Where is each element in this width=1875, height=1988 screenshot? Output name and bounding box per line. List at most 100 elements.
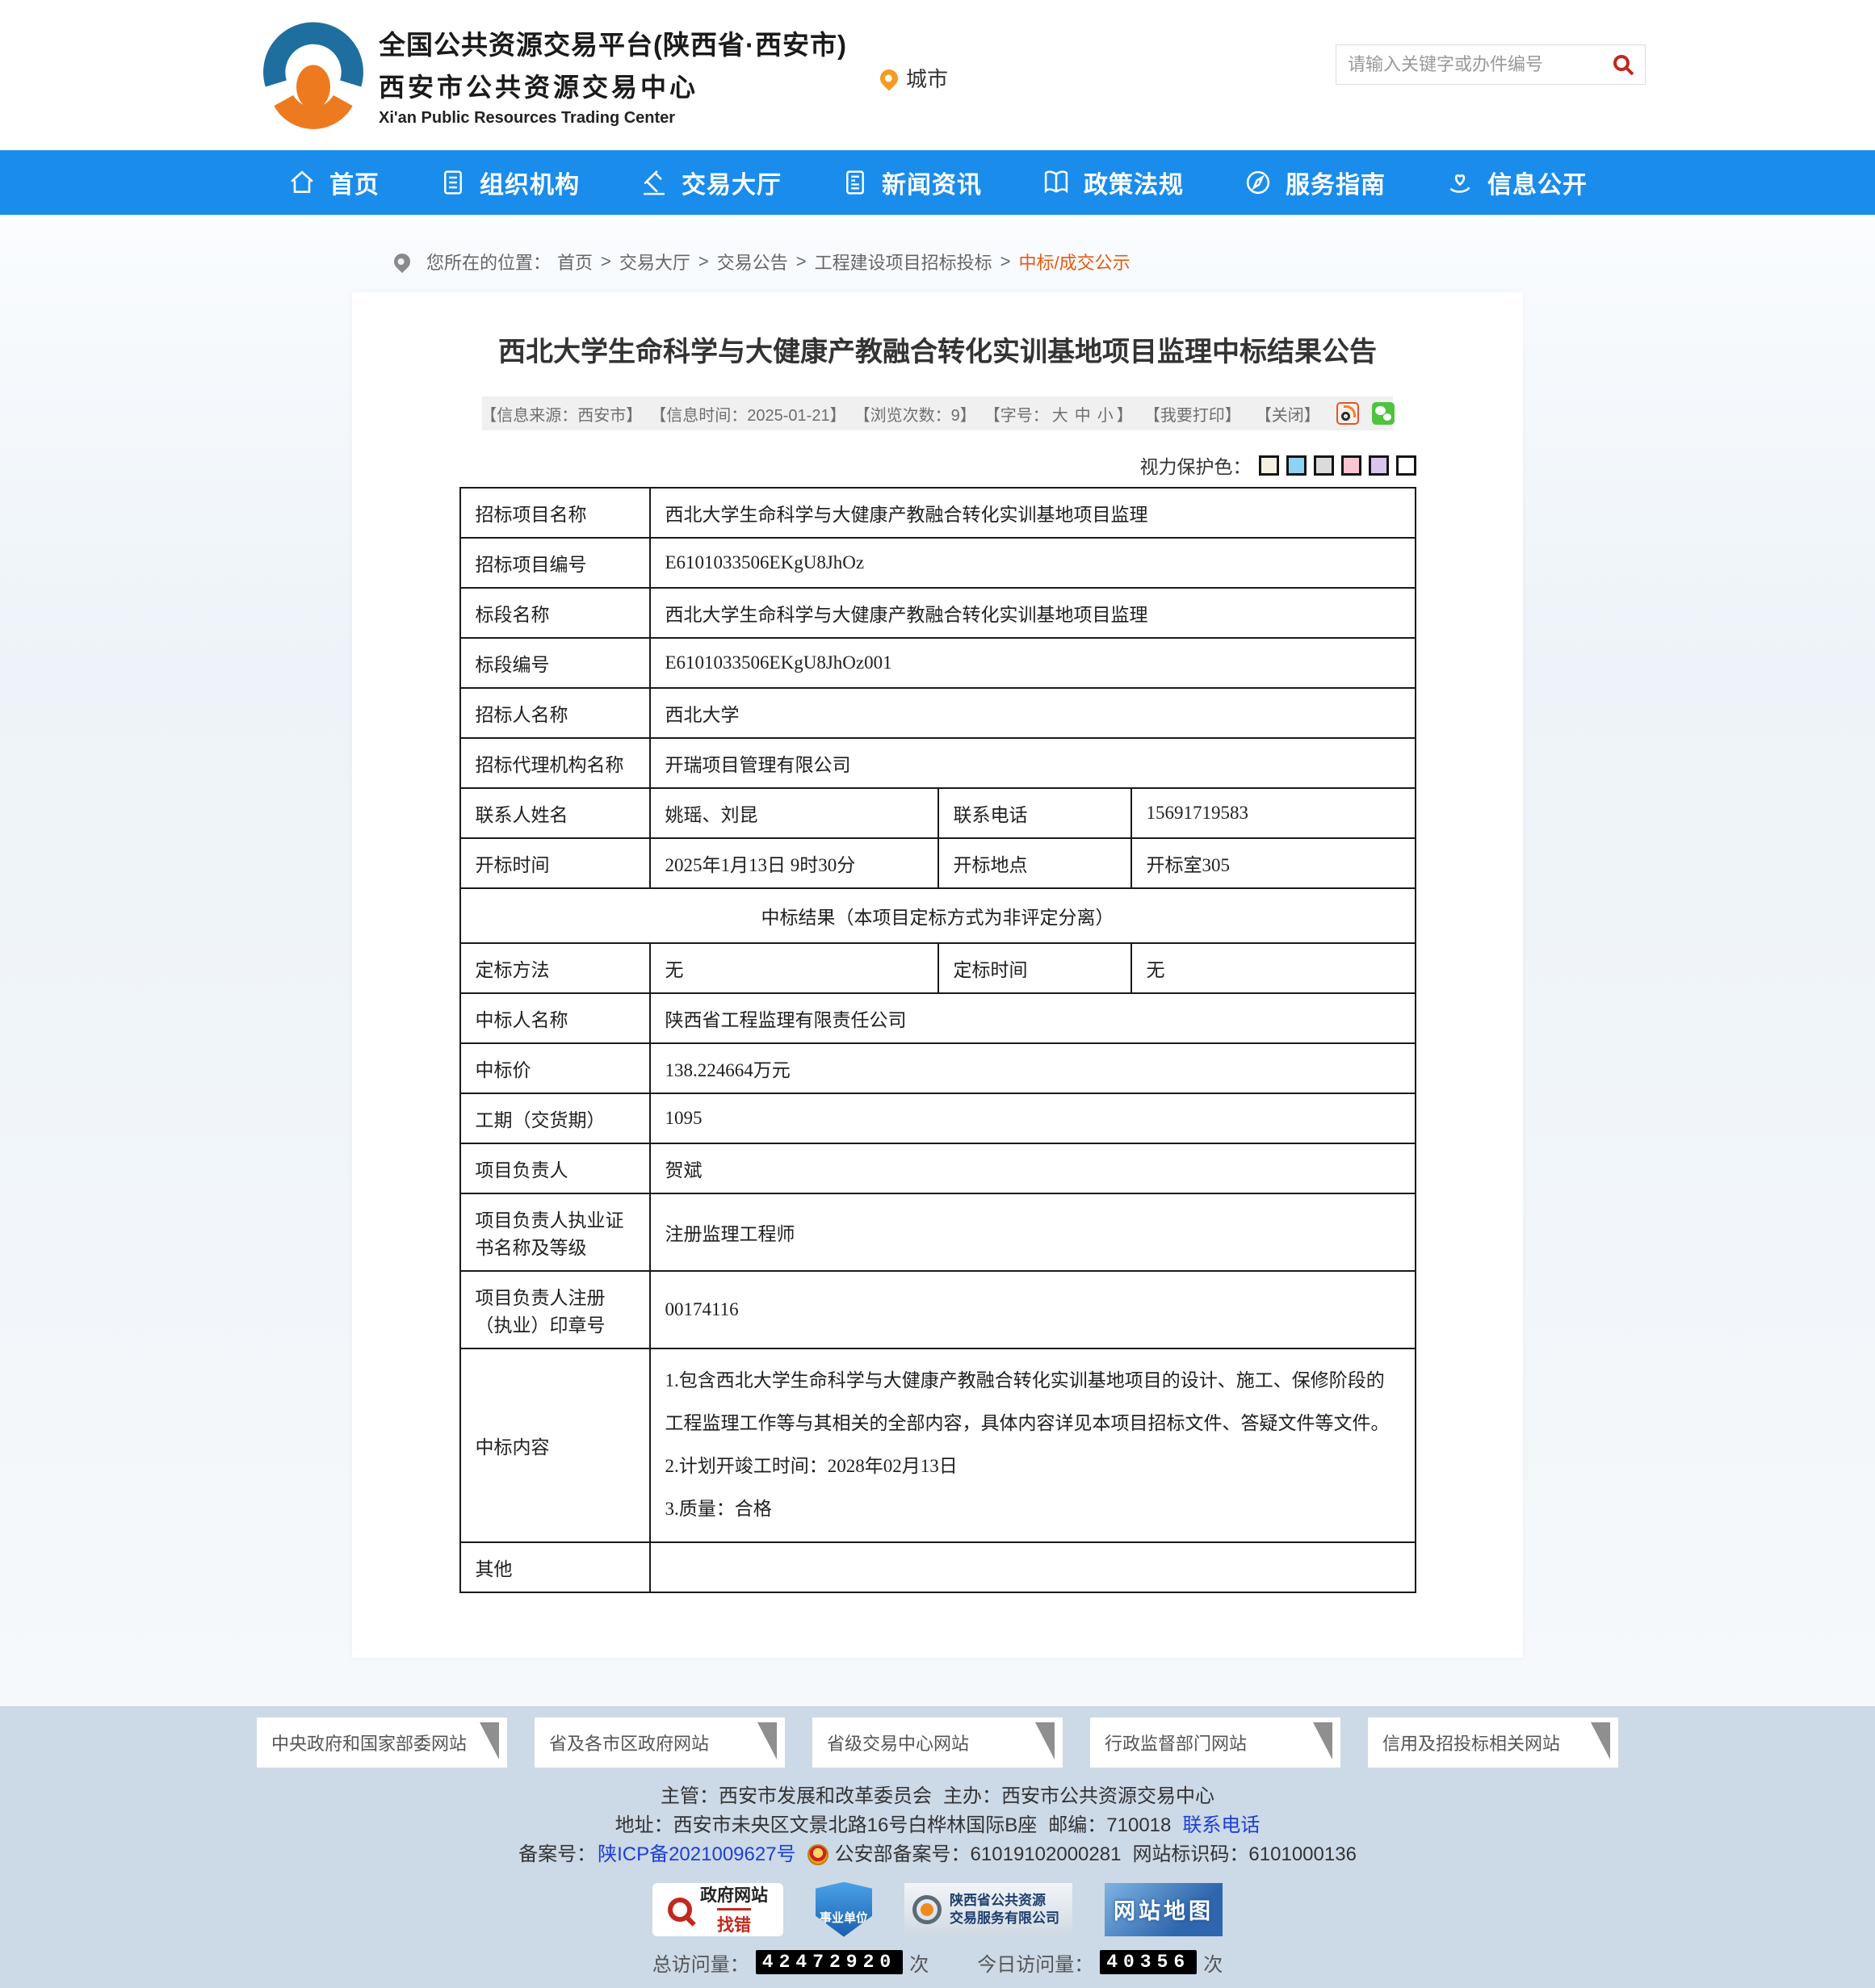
nav-item-organization[interactable]: 组织机构 [439,165,580,200]
today-visits-counter: 今日访问量： 40356 次 [977,1948,1223,1977]
total-visits-value: 42472920 [756,1950,903,1974]
company-logo-icon [912,1895,942,1924]
eye-color-swatch-gray[interactable] [1314,455,1334,476]
icp-label: 备案号： [518,1840,596,1869]
postcode-text: 邮编：710018 [1048,1811,1171,1840]
eye-color-swatch-blue[interactable] [1286,455,1307,476]
info-source: 【信息来源：西安市】 [480,402,642,426]
eye-color-swatch-pink[interactable] [1341,455,1361,476]
page-footer: 中央政府和国家部委网站 省及各市区政府网站 省级交易中心网站 行政监督部门网站 … [0,1706,1875,1988]
link-dropdown-trading-centers[interactable]: 省级交易中心网站 [812,1717,1063,1768]
today-visits-value: 40356 [1100,1950,1197,1974]
font-size-large[interactable]: 大 [1052,407,1068,425]
gov-site-error-report-badge[interactable]: 政府网站 找错 [652,1883,783,1936]
nav-item-home[interactable]: 首页 [287,165,380,200]
eye-protect-label: 视力保护色： [1140,451,1252,479]
breadcrumb-announcements[interactable]: 交易公告 [717,249,788,275]
supervisor-text: 主管：西安市发展和改革委员会 [661,1782,932,1811]
visit-counters: 总访问量： 42472920 次 今日访问量： 40356 次 [0,1948,1875,1988]
site-logo: 全国公共资源交易平台(陕西省·西安市) 西安市公共资源交易中心 Xi'an Pu… [262,15,847,136]
eye-color-swatch-cream[interactable] [1259,455,1279,476]
table-row: 招标项目名称西北大学生命科学与大健康产教融合转化实训基地项目监理 [460,488,1416,538]
nav-item-policy[interactable]: 政策法规 [1042,165,1184,200]
table-row: 项目负责人注册（执业）印章号00174116 [460,1271,1416,1348]
gavel-icon [640,168,669,197]
footer-badges: 政府网站 找错 事业单位 陕西省公共资源 交易服务有限公司 网站地图 [0,1882,1875,1937]
breadcrumb: 您所在的位置： 首页 > 交易大厅 > 交易公告 > 工程建设项目招标投标 > … [0,215,1875,292]
organizer-text: 主办：西安市公共资源交易中心 [943,1782,1214,1811]
address-text: 地址：西安市未央区文景北路16号白桦林国际B座 [615,1811,1038,1840]
eye-color-swatch-purple[interactable] [1369,455,1389,476]
sitemap-badge[interactable]: 网站地图 [1105,1883,1223,1936]
info-views: 【浏览次数：9】 [854,402,976,426]
nav-item-info-disclosure[interactable]: 信息公开 [1445,165,1588,200]
trading-service-company-badge[interactable]: 陕西省公共资源 交易服务有限公司 [904,1883,1072,1936]
page-header: 全国公共资源交易平台(陕西省·西安市) 西安市公共资源交易中心 Xi'an Pu… [0,0,1875,150]
link-dropdown-central-gov[interactable]: 中央政府和国家部委网站 [257,1717,507,1768]
breadcrumb-trading-hall[interactable]: 交易大厅 [619,249,690,275]
police-badge-icon [807,1844,828,1865]
table-row: 开标时间2025年1月13日 9时30分开标地点开标室305 [460,838,1416,888]
table-row: 中标价138.224664万元 [460,1043,1416,1093]
city-label: 城市 [906,63,948,93]
platform-title: 全国公共资源交易平台(陕西省·西安市) [379,23,847,62]
table-section-header: 中标结果（本项目定标方式为非评定分离） [460,888,1416,943]
center-title-en: Xi'an Public Resources Trading Center [379,109,847,128]
link-dropdown-credit-bidding[interactable]: 信用及招投标相关网站 [1368,1717,1618,1768]
breadcrumb-home[interactable]: 首页 [557,249,593,275]
table-row: 中标人名称陕西省工程监理有限责任公司 [460,993,1416,1043]
award-content-line: 1.包含西北大学生命科学与大健康产教融合转化实训基地项目的设计、施工、保修阶段的… [665,1360,1400,1445]
article-info-bar: 【信息来源：西安市】 【信息时间：2025-01-21】 【浏览次数：9】 【字… [482,396,1393,430]
eye-color-swatch-white[interactable] [1396,455,1416,476]
search-box [1336,44,1646,85]
table-row: 招标人名称西北大学 [460,688,1416,738]
table-row: 联系人姓名姚瑶、刘昆联系电话15691719583 [460,788,1416,838]
main-nav: 首页 组织机构 交易大厅 新闻资讯 政策法规 服务指南 信息公开 [0,150,1875,215]
police-record-text: 公安部备案号：61019102000281 [835,1840,1122,1869]
dropdown-wedge-icon [1035,1722,1055,1759]
award-content-line: 2.计划开竣工时间：2028年02月13日 [665,1445,1400,1488]
dropdown-wedge-icon [1591,1722,1610,1759]
bid-result-table: 招标项目名称西北大学生命科学与大健康产教融合转化实训基地项目监理 招标项目编号E… [459,487,1416,1593]
table-row: 中标内容 1.包含西北大学生命科学与大健康产教融合转化实训基地项目的设计、施工、… [460,1348,1416,1542]
city-selector[interactable]: 城市 [880,63,948,93]
total-visits-counter: 总访问量： 42472920 次 [652,1948,929,1977]
footer-info: 主管：西安市发展和改革委员会 主办：西安市公共资源交易中心 地址：西安市未央区文… [0,1782,1875,1869]
weibo-share-icon[interactable] [1336,402,1359,425]
magnifier-icon [668,1898,692,1922]
font-size-small[interactable]: 小 [1097,407,1114,425]
font-size-medium[interactable]: 中 [1075,407,1091,425]
link-dropdown-provincial-gov[interactable]: 省及各市区政府网站 [535,1717,785,1768]
icp-number-link[interactable]: 陕ICP备2021009627号 [598,1840,795,1869]
breadcrumb-current[interactable]: 中标/成交公示 [1019,249,1130,275]
main-content: 您所在的位置： 首页 > 交易大厅 > 交易公告 > 工程建设项目招标投标 > … [0,215,1875,1706]
nav-item-news[interactable]: 新闻资讯 [841,165,982,200]
table-row: 项目负责人贺斌 [460,1143,1416,1193]
search-button[interactable] [1601,45,1645,84]
compass-icon [1244,168,1273,197]
link-dropdown-supervision[interactable]: 行政监督部门网站 [1090,1717,1340,1768]
org-doc-icon [439,168,467,197]
close-button[interactable]: 【关闭】 [1256,402,1320,426]
footer-link-row: 中央政府和国家部委网站 省及各市区政府网站 省级交易中心网站 行政监督部门网站 … [0,1717,1875,1768]
home-icon [287,168,317,197]
dropdown-wedge-icon [480,1722,499,1759]
site-code-text: 网站标识码：6101000136 [1132,1840,1356,1869]
nav-item-service-guide[interactable]: 服务指南 [1244,165,1386,200]
info-time: 【信息时间：2025-01-21】 [650,402,845,426]
wechat-share-icon[interactable] [1372,402,1395,425]
center-title: 西安市公共资源交易中心 [379,67,847,104]
logo-icon [262,15,364,136]
table-row: 标段编号E6101033506EKgU8JhOz001 [460,638,1416,688]
nav-item-trading-hall[interactable]: 交易大厅 [640,165,782,200]
hand-heart-icon [1445,168,1474,197]
search-input[interactable] [1336,54,1601,75]
font-size-label: 【字号：大中小】 [984,402,1133,426]
search-icon [1611,52,1635,77]
table-row: 定标方法无定标时间无 [460,943,1416,993]
public-institution-badge[interactable]: 事业单位 [816,1882,872,1937]
print-button[interactable]: 【我要打印】 [1144,402,1241,426]
contact-phone-link[interactable]: 联系电话 [1182,1811,1260,1840]
breadcrumb-construction-bidding[interactable]: 工程建设项目招标投标 [815,249,992,275]
table-row: 其他 [460,1542,1416,1592]
